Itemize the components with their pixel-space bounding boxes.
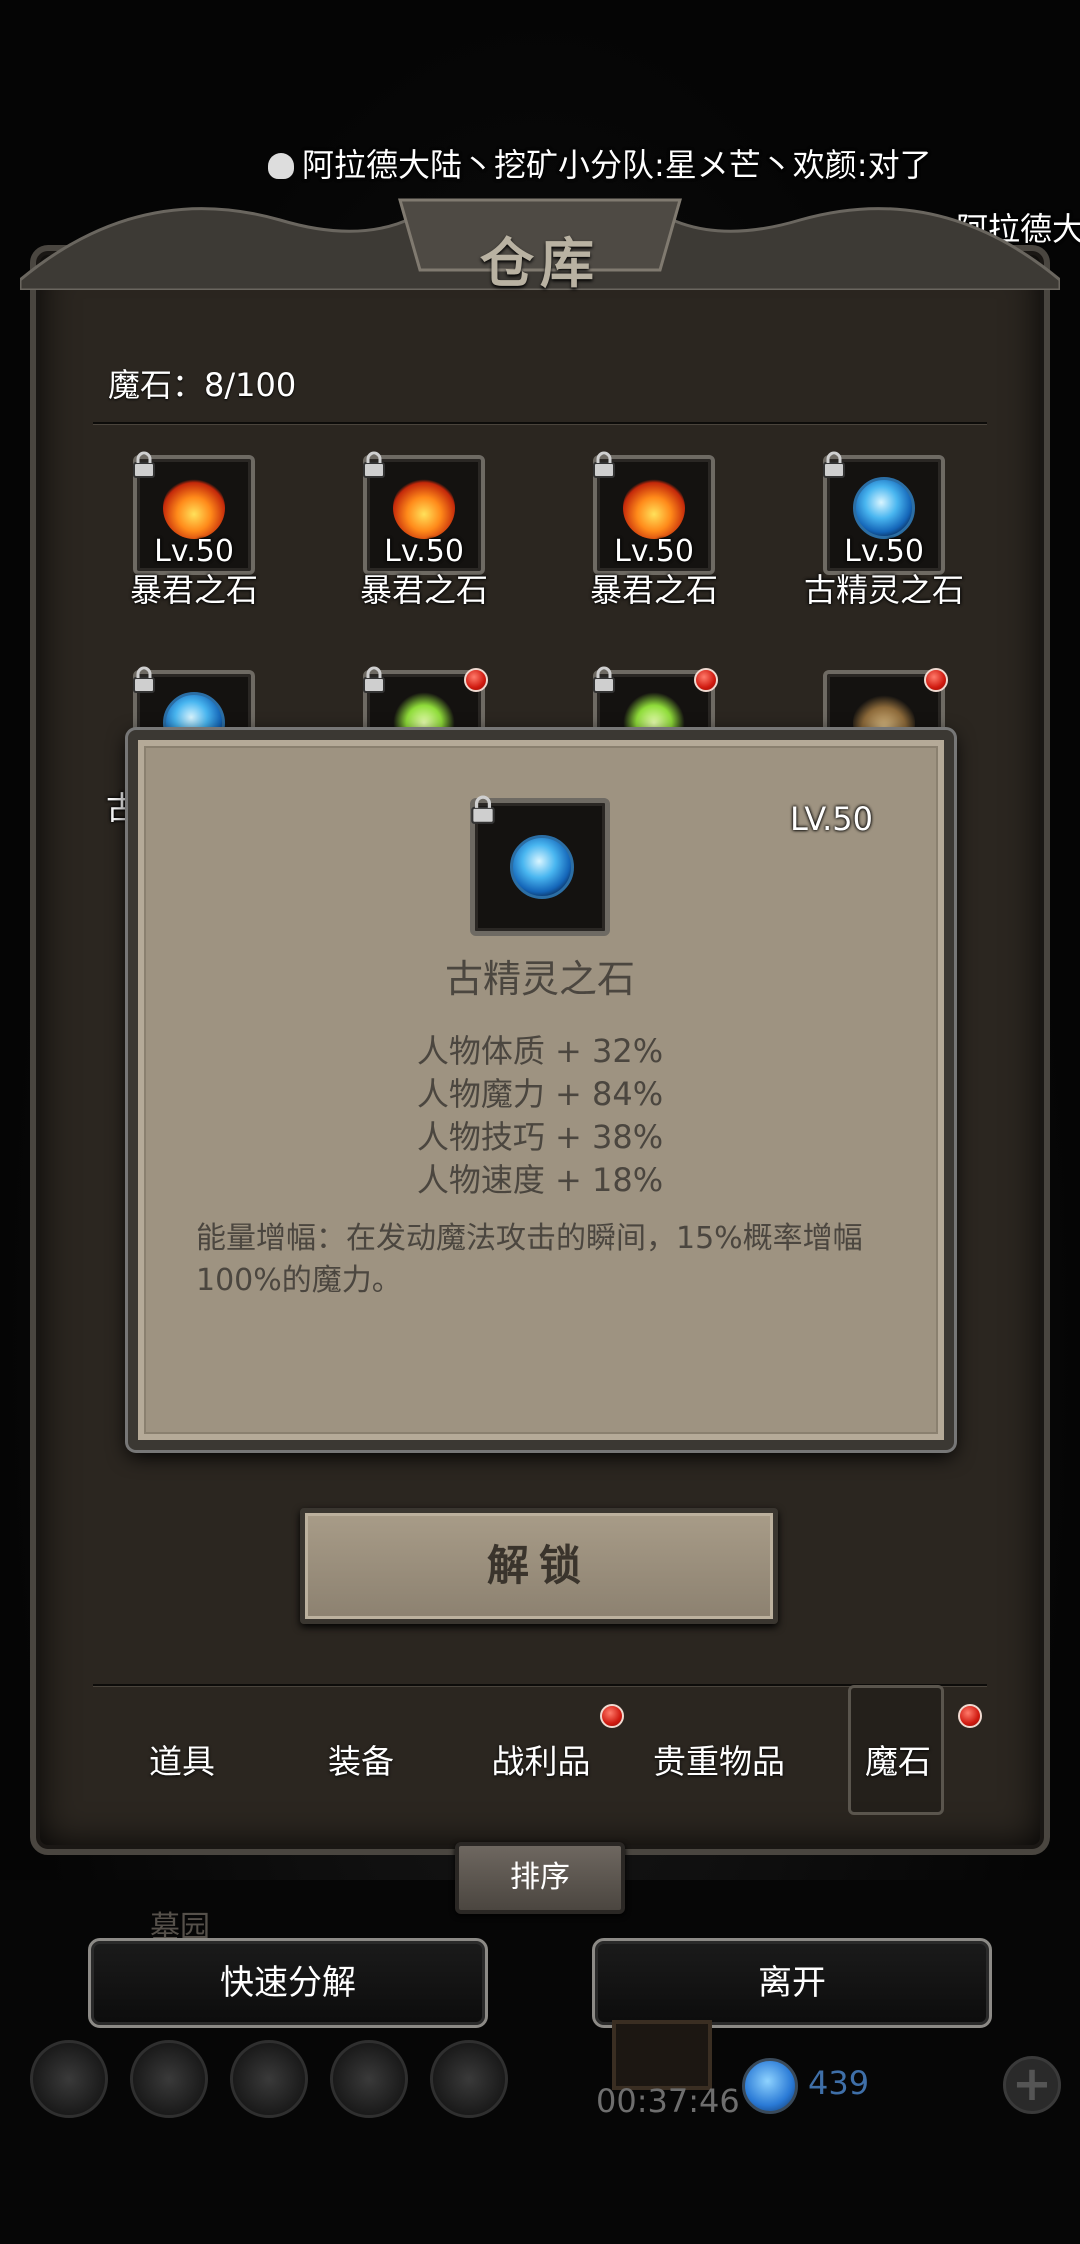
lock-icon xyxy=(363,666,385,693)
new-badge xyxy=(464,668,488,692)
character-menu-icon[interactable] xyxy=(230,2040,308,2118)
item-level: Lv.50 xyxy=(844,534,924,569)
item-slot-4[interactable]: Lv.50 xyxy=(823,451,945,575)
item-slot-2[interactable]: Lv.50 xyxy=(363,451,485,575)
item-name-partial: 古 xyxy=(105,789,138,827)
add-currency-icon[interactable]: + xyxy=(1003,2056,1061,2114)
stat-line: 人物技巧 + 38% xyxy=(416,1118,664,1156)
lock-icon xyxy=(133,666,155,693)
leave-button[interactable]: 离开 xyxy=(592,1938,992,2028)
tab-badge xyxy=(958,1704,982,1728)
item-name: 古精灵之石 xyxy=(803,571,964,609)
item-name: 暴君之石 xyxy=(129,571,258,609)
chest-timer: 00:37:46 xyxy=(596,2082,740,2120)
sort-button[interactable]: 排序 xyxy=(455,1842,625,1914)
detail-item-name: 古精灵之石 xyxy=(444,957,635,1001)
mail-icon[interactable] xyxy=(330,2040,408,2118)
unlock-button[interactable]: 解锁 xyxy=(300,1508,778,1624)
settings-gear-icon[interactable] xyxy=(30,2040,108,2118)
lock-icon xyxy=(823,451,845,478)
detail-level: LV.50 xyxy=(790,800,873,838)
lock-icon xyxy=(593,666,615,693)
item-name: 暴君之石 xyxy=(359,571,488,609)
item-name: 暴君之石 xyxy=(589,571,718,609)
star-menu-icon[interactable] xyxy=(130,2040,208,2118)
tab-items[interactable]: 道具 xyxy=(97,1735,267,1783)
lock-icon xyxy=(593,451,615,478)
quick-decompose-button[interactable]: 快速分解 xyxy=(88,1938,488,2028)
ice-stone-icon xyxy=(510,835,574,899)
lock-icon xyxy=(363,451,385,478)
item-slot-1[interactable]: Lv.50 xyxy=(133,451,255,575)
detail-item-icon xyxy=(470,795,610,936)
gem-currency-icon xyxy=(742,2058,798,2114)
new-badge xyxy=(694,668,718,692)
ice-stone-icon xyxy=(853,477,915,539)
magic-stone-count: 魔石：8/100 xyxy=(108,366,297,404)
crafting-icon[interactable] xyxy=(430,2040,508,2118)
stat-line: 人物体质 + 32% xyxy=(416,1032,664,1070)
item-level: Lv.50 xyxy=(614,534,694,569)
treasure-chest-icon[interactable] xyxy=(612,2020,712,2090)
detail-description: 能量增幅：在发动魔法攻击的瞬间，15%概率增幅100%的魔力。 xyxy=(196,1221,863,1298)
fire-stone-icon xyxy=(163,477,225,539)
lock-icon xyxy=(471,795,495,824)
item-level: Lv.50 xyxy=(154,534,234,569)
item-slot-3[interactable]: Lv.50 xyxy=(593,451,715,575)
tab-equipment[interactable]: 装备 xyxy=(276,1735,446,1783)
top-divider xyxy=(93,422,987,425)
stat-line: 人物速度 + 18% xyxy=(416,1161,664,1199)
lock-icon xyxy=(133,451,155,478)
warehouse-title: 仓库 xyxy=(480,231,600,295)
stat-line: 人物魔力 + 84% xyxy=(416,1075,664,1113)
fire-stone-icon xyxy=(393,477,455,539)
tab-badge xyxy=(600,1704,624,1728)
new-badge xyxy=(924,668,948,692)
tab-valuables[interactable]: 贵重物品 xyxy=(634,1735,804,1783)
gem-count: 439 xyxy=(808,2064,870,2102)
item-level: Lv.50 xyxy=(384,534,464,569)
tab-magic-stones[interactable]: 魔石 xyxy=(813,1735,983,1783)
fire-stone-icon xyxy=(623,477,685,539)
tab-loot[interactable]: 战利品 xyxy=(456,1735,626,1783)
